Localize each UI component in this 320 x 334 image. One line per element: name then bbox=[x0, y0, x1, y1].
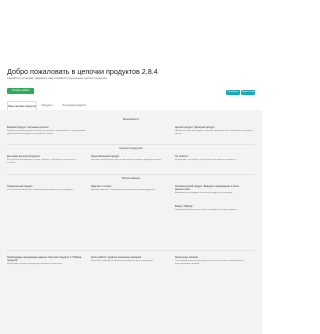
feature-item: Базовый продукт / Корневые цепочки Задай… bbox=[7, 126, 86, 135]
create-bundle-button[interactable]: Создать набор bbox=[7, 88, 34, 94]
section-intro-heading: Возможности bbox=[122, 118, 140, 121]
page-subtitle: Спасибо за установку! Надеемся, вам понр… bbox=[7, 77, 107, 80]
view-button[interactable]: Посмотреть bbox=[226, 90, 240, 95]
tab-products[interactable]: Продукты bbox=[36, 101, 58, 110]
docs-button[interactable]: Документация bbox=[241, 90, 255, 95]
page-title: Добро пожаловать в цепочки продуктов 2.8… bbox=[7, 67, 158, 76]
tab-modules[interactable]: Интеграция модулей bbox=[59, 101, 89, 110]
welcome-page: Добро пожаловать в цепочки продуктов 2.8… bbox=[0, 0, 262, 334]
divider bbox=[7, 250, 255, 251]
hero: Добро пожаловать в цепочки продуктов 2.8… bbox=[0, 0, 262, 111]
feature-item: Представленный продукт Покажите изображе… bbox=[91, 155, 162, 161]
feature-item: Автоматический продукт: Выводите информа… bbox=[175, 185, 240, 194]
feature-item: Вывод "Набора" Показывайте цепочку как н… bbox=[175, 205, 239, 211]
feature-item: Цепной продукт / Дочерний продукт Добавь… bbox=[175, 126, 253, 135]
section-chain-heading: Цепочки продуктов bbox=[119, 147, 143, 150]
content: Возможности Базовый продукт / Корневые ц… bbox=[0, 110, 262, 334]
feature-item: Зачисление запасов Отслеживайте запасы д… bbox=[175, 256, 244, 265]
feature-item: Как знаем цепочки продуктов Все цепочки … bbox=[7, 155, 76, 164]
feature-item: Не любите? Используйте настройки, чтобы … bbox=[175, 155, 237, 161]
section-usage-heading: Использование bbox=[121, 177, 141, 180]
feature-item: Необходимые загружаемые данные "Цепочки … bbox=[7, 256, 82, 265]
divider bbox=[7, 174, 255, 175]
feature-item: Ограниченный продукт Установите минималь… bbox=[7, 185, 74, 191]
divider bbox=[7, 144, 255, 145]
feature-item: Кросс-работа / удобное изменение размеро… bbox=[91, 256, 154, 262]
feature-item: Заметки по списку Добавьте заметку к люб… bbox=[91, 185, 156, 191]
